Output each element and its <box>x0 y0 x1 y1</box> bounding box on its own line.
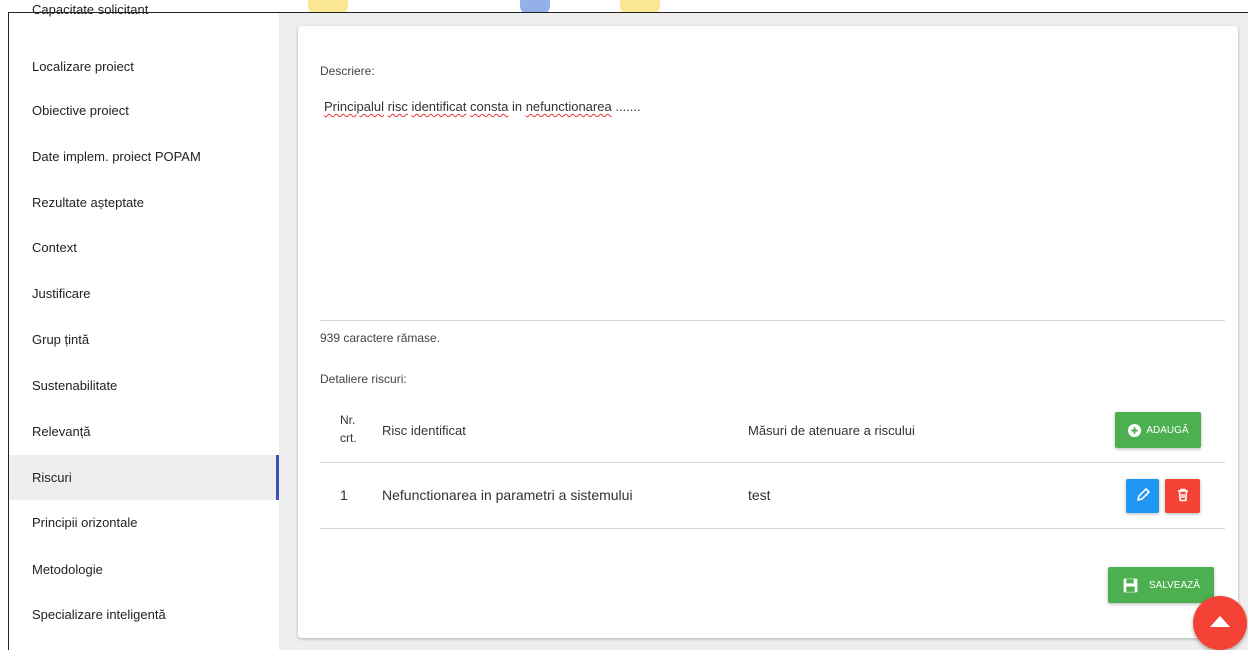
arrow-up-icon <box>1208 613 1232 634</box>
row-nr: 1 <box>340 487 348 503</box>
sidebar-item-metodologie[interactable]: Metodologie <box>9 547 279 592</box>
sidebar-item-specializare-inteligenta[interactable]: Specializare inteligentă <box>9 592 279 637</box>
sidebar-item-date-implem-proiect[interactable]: Date implem. proiect POPAM <box>9 134 279 179</box>
description-underline <box>320 320 1225 321</box>
save-button[interactable]: SALVEAZĂ <box>1108 567 1214 603</box>
sidebar-item-capacitate-solicitant[interactable]: Capacitate solicitant <box>9 0 279 28</box>
sidebar-item-relevanta[interactable]: Relevanță <box>9 409 279 454</box>
sidebar-item-rezultate-asteptate[interactable]: Rezultate așteptate <box>9 180 279 225</box>
frame-top-border <box>8 12 1248 13</box>
table-row-divider <box>320 528 1225 529</box>
sidebar-item-sustenabilitate[interactable]: Sustenabilitate <box>9 363 279 408</box>
description-textarea[interactable]: Principalul risc identificat consta in n… <box>324 99 641 114</box>
table-header-divider <box>320 462 1225 463</box>
header-risk: Risc identificat <box>382 423 466 438</box>
risks-detail-label: Detaliere riscuri: <box>320 372 407 386</box>
sidebar-item-context[interactable]: Context <box>9 225 279 270</box>
delete-risk-button[interactable] <box>1165 479 1200 513</box>
pencil-icon <box>1135 487 1151 506</box>
sidebar: Capacitate solicitant Localizare proiect… <box>9 0 279 650</box>
header-crt: crt. <box>340 431 357 445</box>
scroll-to-top-button[interactable] <box>1193 596 1247 650</box>
sidebar-item-grup-tinta[interactable]: Grup țintă <box>9 317 279 362</box>
floppy-icon <box>1122 577 1139 594</box>
description-label: Descriere: <box>320 64 375 78</box>
plus-circle-icon <box>1127 423 1142 438</box>
sidebar-item-riscuri[interactable]: Riscuri <box>9 455 279 500</box>
add-risk-button[interactable]: ADAUGĂ <box>1115 412 1201 448</box>
sidebar-item-localizare-proiect[interactable]: Localizare proiect <box>9 44 279 89</box>
header-nr: Nr. <box>340 413 356 427</box>
row-risk: Nefunctionarea in parametri a sistemului <box>382 487 633 503</box>
row-measures: test <box>748 487 771 503</box>
sidebar-item-justificare[interactable]: Justificare <box>9 271 279 316</box>
chars-remaining-text: 939 caractere rămase. <box>320 331 441 345</box>
risks-form-card: Descriere: Principalul risc identificat … <box>298 26 1238 638</box>
edit-risk-button[interactable] <box>1126 479 1159 513</box>
sidebar-item-principii-orizontale[interactable]: Principii orizontale <box>9 500 279 545</box>
sidebar-item-obiective-proiect[interactable]: Obiective proiect <box>9 88 279 133</box>
trash-icon <box>1175 487 1191 506</box>
header-measures: Măsuri de atenuare a riscului <box>748 423 915 438</box>
frame-left-border <box>8 12 9 650</box>
